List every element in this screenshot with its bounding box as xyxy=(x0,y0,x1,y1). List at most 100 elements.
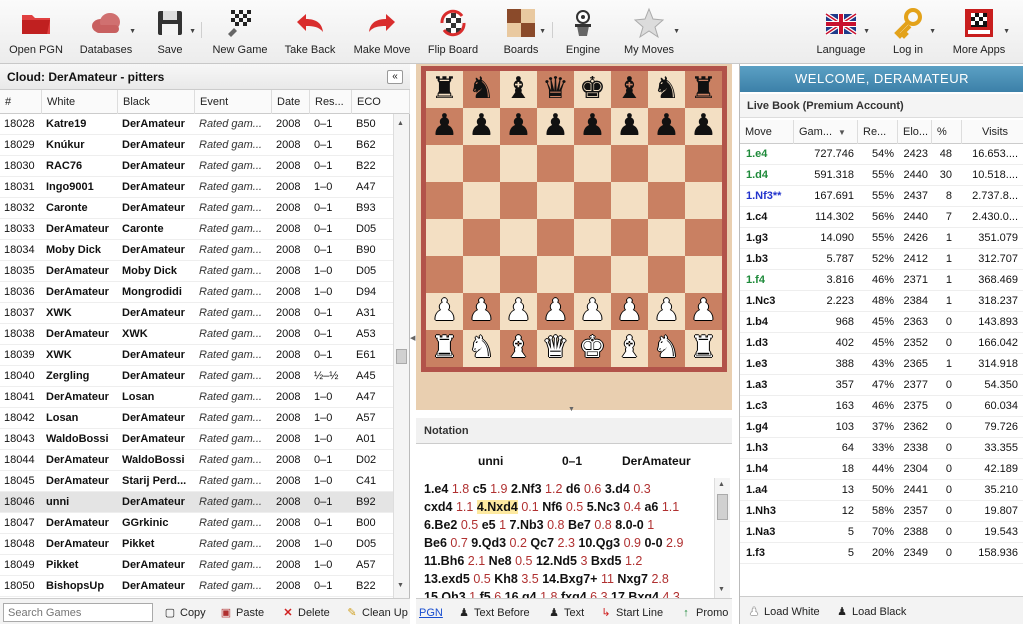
col-header-date[interactable]: Date xyxy=(272,90,310,114)
table-row[interactable]: 18040 Zergling DerAmateur Rated gam... 2008 ½… xyxy=(0,366,393,387)
board-square[interactable] xyxy=(500,145,537,182)
move[interactable]: 14.Bxg7+ xyxy=(542,572,597,586)
table-row[interactable]: 1.b3 5.787 52% 2412 1 312.707 xyxy=(740,249,1023,270)
board-square[interactable] xyxy=(500,219,537,256)
col-header-result[interactable]: Res... xyxy=(310,90,352,114)
board-square[interactable] xyxy=(611,256,648,293)
board-square[interactable] xyxy=(574,145,611,182)
black-pawn-icon[interactable]: ♟ xyxy=(500,108,537,145)
table-row[interactable]: 18031 Ingo9001 DerAmateur Rated gam... 2008 1… xyxy=(0,177,393,198)
move[interactable]: Nxg7 xyxy=(617,572,648,586)
scroll-up-icon[interactable]: ▲ xyxy=(397,120,404,127)
move[interactable]: f5 xyxy=(480,590,491,598)
book-move-cell[interactable]: 1.c4 xyxy=(746,207,794,228)
table-row[interactable]: 18029 Knúkur DerAmateur Rated gam... 2008 0–1… xyxy=(0,135,393,156)
move[interactable]: 6.Be2 xyxy=(424,518,457,532)
table-row[interactable]: 1.f4 3.816 46% 2371 1 368.469 xyxy=(740,270,1023,291)
board-square[interactable] xyxy=(426,145,463,182)
table-row[interactable]: 1.g3 14.090 55% 2426 1 351.079 xyxy=(740,228,1023,249)
book-move-cell[interactable]: 1.Nc3 xyxy=(746,291,794,312)
black-pawn-icon[interactable]: ♟ xyxy=(426,108,463,145)
white-rook-icon[interactable]: ♜ xyxy=(426,330,463,367)
board-square[interactable] xyxy=(611,182,648,219)
white-queen-icon[interactable]: ♛ xyxy=(537,330,574,367)
move[interactable]: 1.e4 xyxy=(424,482,448,496)
table-row[interactable]: 18041 DerAmateur Losan Rated gam... 2008 1–0 A… xyxy=(0,387,393,408)
table-row[interactable]: 18028 Katre19 DerAmateur Rated gam... 2008 0–… xyxy=(0,114,393,135)
white-pawn-icon[interactable]: ♟ xyxy=(500,293,537,330)
my-moves-button[interactable]: My Moves ▼ xyxy=(616,0,682,64)
col-header-black[interactable]: Black xyxy=(118,90,195,114)
table-row[interactable]: 18033 DerAmateur Caronte Rated gam... 2008 0–… xyxy=(0,219,393,240)
black-bishop-icon[interactable]: ♝ xyxy=(500,71,537,108)
book-move-cell[interactable]: 1.Nh3 xyxy=(746,501,794,522)
table-row[interactable]: 18039 XWK DerAmateur Rated gam... 2008 0–1 E61 xyxy=(0,345,393,366)
white-pawn-icon[interactable]: ♟ xyxy=(426,293,463,330)
board-square[interactable] xyxy=(574,219,611,256)
table-row[interactable]: 18042 Losan DerAmateur Rated gam... 2008 1–0 A… xyxy=(0,408,393,429)
engine-button[interactable]: Engine xyxy=(556,0,610,64)
book-move-cell[interactable]: 1.e4 xyxy=(746,144,794,165)
table-row[interactable]: 1.g4 103 37% 2362 0 79.726 xyxy=(740,417,1023,438)
white-king-icon[interactable]: ♚ xyxy=(574,330,611,367)
scroll-down-icon[interactable]: ▼ xyxy=(718,586,725,593)
col-header-visits[interactable]: Visits xyxy=(962,120,1023,144)
table-row[interactable]: 18048 DerAmateur Pikket Rated gam... 2008 1–0… xyxy=(0,534,393,555)
board-square[interactable] xyxy=(611,145,648,182)
board-square[interactable] xyxy=(500,182,537,219)
board-square[interactable] xyxy=(648,145,685,182)
move[interactable]: 7.Nb3 xyxy=(510,518,544,532)
white-bishop-icon[interactable]: ♝ xyxy=(500,330,537,367)
table-row[interactable]: 18049 Pikket DerAmateur Rated gam... 2008 1–0… xyxy=(0,555,393,576)
book-move-cell[interactable]: 1.f4 xyxy=(746,270,794,291)
notation-scrollbar[interactable]: ▲ ▼ xyxy=(714,478,730,598)
book-move-cell[interactable]: 1.a3 xyxy=(746,375,794,396)
table-row[interactable]: 1.Nf3** 167.691 55% 2437 8 2.737.8... xyxy=(740,186,1023,207)
board-square[interactable] xyxy=(426,219,463,256)
scrollbar-thumb[interactable] xyxy=(717,494,728,520)
load-white-button[interactable]: ♟ Load White xyxy=(748,603,820,621)
take-back-button[interactable]: Take Back xyxy=(278,0,342,64)
black-knight-icon[interactable]: ♞ xyxy=(648,71,685,108)
move[interactable]: 10.Qg3 xyxy=(578,536,620,550)
table-row[interactable]: 18050 BishopsUp DerAmateur Rated gam... 2008… xyxy=(0,576,393,597)
book-move-cell[interactable]: 1.h4 xyxy=(746,459,794,480)
move[interactable]: Kh8 xyxy=(494,572,518,586)
white-pawn-icon[interactable]: ♟ xyxy=(463,293,500,330)
boards-button[interactable]: Boards ▼ xyxy=(494,0,548,64)
save-button[interactable]: Save ▼ xyxy=(142,0,198,64)
move[interactable]: 2.Nf3 xyxy=(511,482,542,496)
book-move-cell[interactable]: 1.Na3 xyxy=(746,522,794,543)
col-header-eco[interactable]: ECO xyxy=(352,90,410,114)
white-rook-icon[interactable]: ♜ xyxy=(685,330,722,367)
black-pawn-icon[interactable]: ♟ xyxy=(685,108,722,145)
board-square[interactable] xyxy=(648,256,685,293)
board-square[interactable] xyxy=(463,145,500,182)
book-move-cell[interactable]: 1.d3 xyxy=(746,333,794,354)
board-square[interactable] xyxy=(685,256,722,293)
splitter-left-icon[interactable]: ◀ xyxy=(410,334,415,342)
book-move-cell[interactable]: 1.a4 xyxy=(746,480,794,501)
table-row[interactable]: 1.e3 388 43% 2365 1 314.918 xyxy=(740,354,1023,375)
table-row[interactable]: 1.f3 5 20% 2349 0 158.936 xyxy=(740,543,1023,564)
move[interactable]: 9.Qd3 xyxy=(471,536,506,550)
col-header-games[interactable]: Gam... ▼ xyxy=(794,120,858,144)
white-pawn-icon[interactable]: ♟ xyxy=(537,293,574,330)
black-pawn-icon[interactable]: ♟ xyxy=(611,108,648,145)
book-move-cell[interactable]: 1.d4 xyxy=(746,165,794,186)
log-in-button[interactable]: Log in ▼ xyxy=(878,0,938,64)
book-move-cell[interactable]: 1.h3 xyxy=(746,438,794,459)
chessboard[interactable]: ♜ ♞ ♝ ♛ ♚ ♝ ♞ ♜ ♟ ♟ ♟ ♟ ♟ ♟ ♟ ♟ ♟ ♟ ♟ ♟ ♟ ♟ ♟ ♟ ♜ ♞ ♝ ♛ ♚ ♝ ♞ ♜ xyxy=(421,66,727,372)
open-pgn-button[interactable]: Open PGN xyxy=(4,0,68,64)
table-row[interactable]: 18038 DerAmateur XWK Rated gam... 2008 0–1 A53 xyxy=(0,324,393,345)
black-rook-icon[interactable]: ♜ xyxy=(685,71,722,108)
col-header-move[interactable]: Move xyxy=(740,120,794,144)
white-pawn-icon[interactable]: ♟ xyxy=(611,293,648,330)
table-row[interactable]: 18045 DerAmateur Starij Perd... Rated gam..… xyxy=(0,471,393,492)
table-row[interactable]: 18046 unni DerAmateur Rated gam... 2008 0–1 B9… xyxy=(0,492,393,513)
board-square[interactable] xyxy=(648,182,685,219)
games-scrollbar[interactable]: ▲ ▼ xyxy=(393,114,409,598)
black-bishop-icon[interactable]: ♝ xyxy=(611,71,648,108)
board-square[interactable] xyxy=(574,182,611,219)
book-move-cell[interactable]: 1.e3 xyxy=(746,354,794,375)
